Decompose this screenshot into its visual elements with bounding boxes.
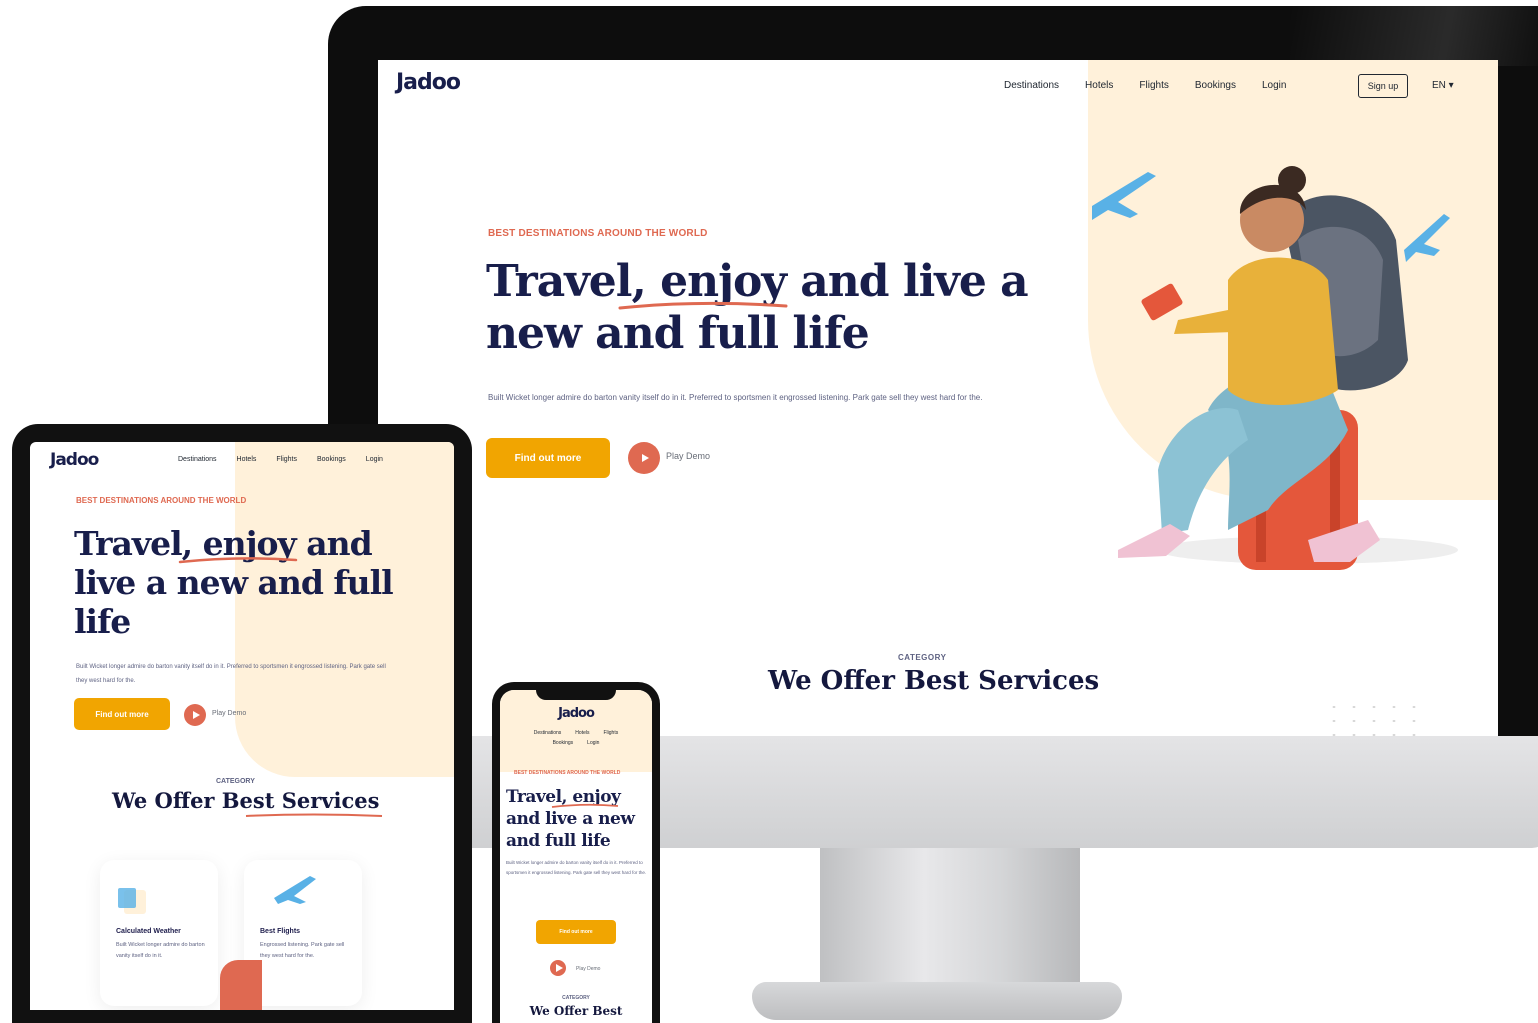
phone-category-label: CATEGORY: [562, 995, 590, 1001]
plane-icon-left: [1092, 172, 1156, 220]
nav-hotels[interactable]: Hotels: [1085, 80, 1113, 91]
service-card-weather-desc: Built Wicket longer admire do barton van…: [116, 942, 205, 959]
tablet-nav-flights[interactable]: Flights: [276, 456, 297, 463]
phone-nav-row-1: Destinations Hotels Flights: [500, 730, 652, 736]
traveller-illustration: [1092, 166, 1458, 570]
nav-flights[interactable]: Flights: [1139, 80, 1168, 91]
phone-notch: [536, 688, 616, 700]
tablet-logo[interactable]: Jadoo: [50, 450, 99, 470]
phone-title-underline: [551, 803, 619, 808]
desktop-screen: Jadoo Destinations Hotels Flights Bookin…: [378, 60, 1498, 736]
hero-description: Built Wicket longer admire do barton van…: [488, 393, 983, 402]
tablet-nav: Destinations Hotels Flights Bookings Log…: [178, 456, 383, 463]
monitor-stand-foot: [752, 982, 1122, 1020]
tablet-title-underline: [178, 557, 298, 564]
category-label: CATEGORY: [898, 653, 947, 662]
tablet-nav-destinations[interactable]: Destinations: [178, 456, 217, 463]
services-title: We Offer Best Services: [768, 666, 1100, 696]
phone-screen: Jadoo Destinations Hotels Flights Bookin…: [500, 690, 652, 1023]
tablet-services-underline: [245, 813, 383, 817]
phone-services-title: We Offer Best: [529, 1004, 623, 1018]
hero-eyebrow: BEST DESTINATIONS AROUND THE WORLD: [488, 228, 708, 239]
phone-nav-flights[interactable]: Flights: [603, 730, 618, 736]
phone-hero-eyebrow: BEST DESTINATIONS AROUND THE WORLD: [514, 770, 621, 776]
main-nav: Destinations Hotels Flights Bookings Log…: [1004, 80, 1286, 91]
tablet-find-out-more-button[interactable]: Find out more: [74, 698, 170, 730]
nav-login[interactable]: Login: [1262, 80, 1286, 91]
phone-play-demo-label[interactable]: Play Demo: [576, 966, 600, 972]
tablet-hero-title: Travel, enjoy and live a new and full li…: [74, 524, 394, 641]
phone-hero-title: Travel, enjoy and live a new and full li…: [506, 787, 635, 851]
phone-nav-login[interactable]: Login: [587, 740, 599, 746]
title-underline: [618, 301, 788, 310]
tablet-category-label: CATEGORY: [216, 778, 255, 785]
phone-find-out-more-button[interactable]: Find out more: [536, 920, 616, 944]
decorative-red-shape: [220, 960, 262, 1010]
logo[interactable]: Jadoo: [396, 70, 461, 95]
phone-logo[interactable]: Jadoo: [500, 706, 652, 721]
plane-icon: [274, 876, 316, 904]
play-demo-label[interactable]: Play Demo: [666, 451, 710, 461]
tablet-nav-bookings[interactable]: Bookings: [317, 456, 346, 463]
find-out-more-button[interactable]: Find out more: [486, 438, 610, 478]
service-card-weather-title: Calculated Weather: [116, 928, 181, 935]
nav-bookings[interactable]: Bookings: [1195, 80, 1236, 91]
phone-nav-hotels[interactable]: Hotels: [575, 730, 589, 736]
tablet-play-icon[interactable]: [184, 704, 206, 726]
tablet-nav-login[interactable]: Login: [366, 456, 383, 463]
phone-play-icon[interactable]: [550, 960, 566, 976]
tablet-nav-hotels[interactable]: Hotels: [237, 456, 257, 463]
service-card-flights-desc: Engrossed listening. Park gate sell they…: [260, 942, 345, 959]
plane-icon-right: [1404, 214, 1450, 262]
monitor-gloss: [1290, 6, 1538, 66]
phone-nav-bookings[interactable]: Bookings: [553, 740, 574, 746]
signup-button[interactable]: Sign up: [1358, 74, 1408, 98]
phone-hero-description: Built Wicket longer admire do barton van…: [506, 860, 647, 875]
play-icon[interactable]: [628, 442, 660, 474]
tablet-services-title: We Offer Best Services: [112, 788, 380, 813]
tablet-play-demo-label[interactable]: Play Demo: [212, 710, 246, 717]
language-select[interactable]: EN ▾: [1432, 80, 1454, 91]
satellite-icon: [118, 888, 146, 914]
monitor-stand-neck: [820, 848, 1080, 988]
service-card-flights-title: Best Flights: [260, 928, 301, 935]
decorative-dots: [1324, 700, 1424, 736]
tablet-screen: Jadoo Destinations Hotels Flights Bookin…: [30, 442, 454, 1010]
nav-destinations[interactable]: Destinations: [1004, 80, 1059, 91]
tablet-hero-eyebrow: BEST DESTINATIONS AROUND THE WORLD: [76, 496, 247, 505]
phone-nav-row-2: Bookings Login: [500, 740, 652, 746]
phone-nav-destinations[interactable]: Destinations: [534, 730, 562, 736]
tablet-hero-description: Built Wicket longer admire do barton van…: [76, 664, 386, 684]
